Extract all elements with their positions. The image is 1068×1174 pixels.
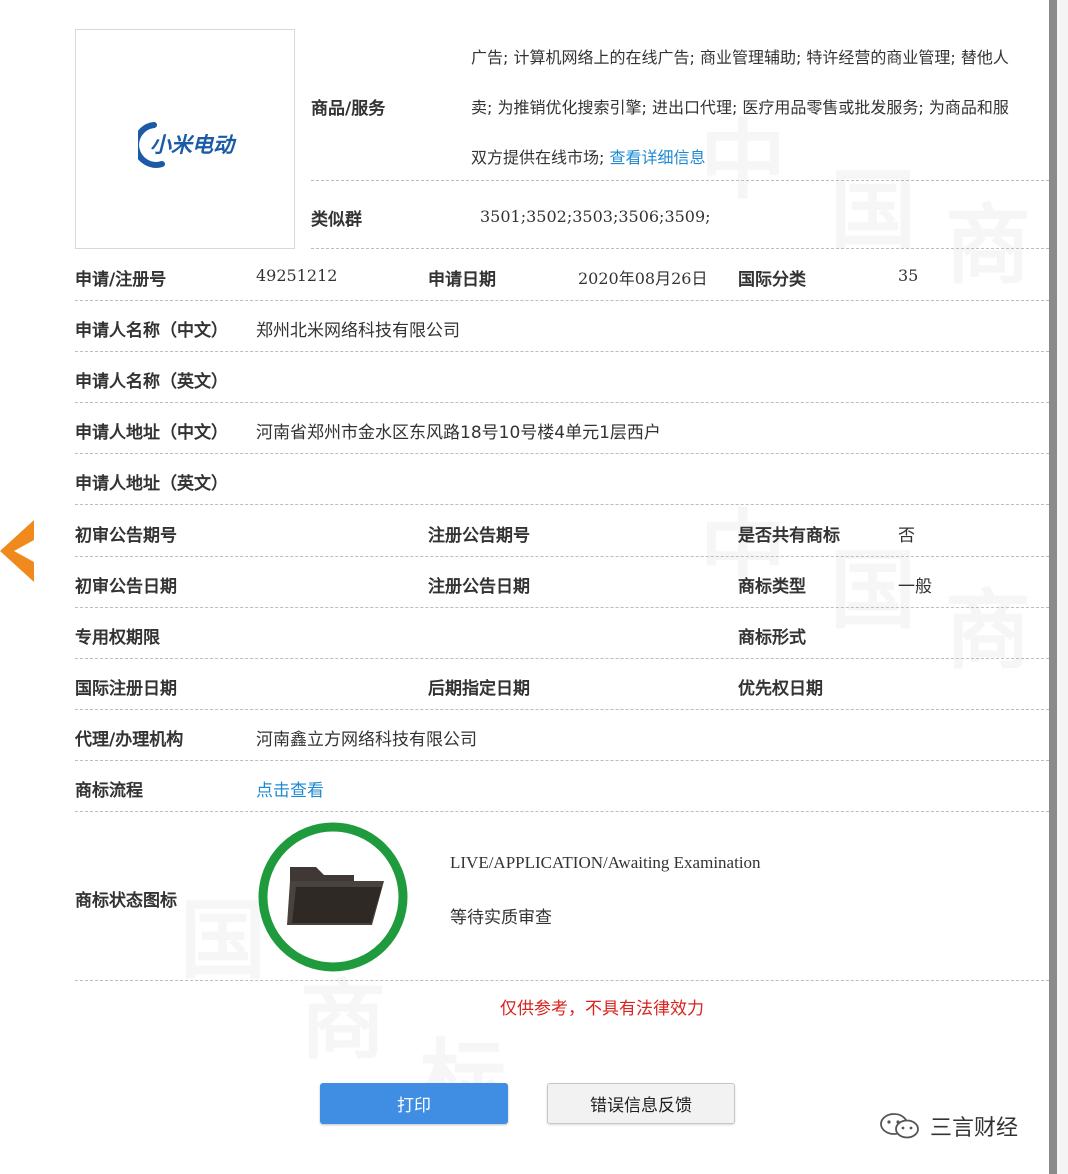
priority-date-label: 优先权日期	[738, 679, 823, 699]
intl-registration-date-label: 国际注册日期	[75, 679, 177, 699]
print-button[interactable]: 打印	[320, 1083, 508, 1124]
shared-trademark-value: 否	[898, 526, 915, 546]
divider	[75, 453, 1049, 454]
registration-announcement-date-label: 注册公告日期	[428, 577, 530, 597]
scrollbar-thumb[interactable]	[1049, 0, 1057, 1174]
watermark-char: 商	[945, 175, 1031, 300]
registration-no-value: 49251212	[256, 266, 338, 285]
goods-services-line-1: 广告; 计算机网络上的在线广告; 商业管理辅助; 特许经营的商业管理; 替他人	[471, 48, 1009, 67]
application-date-label: 申请日期	[428, 270, 496, 290]
goods-services-label: 商品/服务	[311, 99, 386, 119]
trademark-detail-page: 中 国 商 中 国 商 国 商 标 小米电动 商品/服务 广告; 计算机网络上的…	[0, 0, 1068, 1174]
divider	[75, 504, 1049, 505]
goods-services-line-3: 双方提供在线市场; 查看详细信息	[471, 144, 706, 168]
goods-services-line-3-text: 双方提供在线市场;	[471, 148, 610, 167]
trademark-image: 小米电动	[75, 29, 295, 249]
trademark-type-label: 商标类型	[738, 577, 806, 597]
divider	[311, 180, 1049, 181]
shared-trademark-label: 是否共有商标	[738, 526, 840, 546]
registration-announcement-no-label: 注册公告期号	[428, 526, 530, 546]
view-process-link[interactable]: 点击查看	[256, 776, 324, 801]
watermark-char: 国	[180, 870, 266, 995]
logo-text: 小米电动	[150, 133, 237, 157]
footer-brand: 三言财经	[878, 1110, 1018, 1142]
divider	[75, 300, 1049, 301]
registration-no-label: 申请/注册号	[75, 270, 167, 290]
error-feedback-button[interactable]: 错误信息反馈	[547, 1083, 735, 1124]
watermark-char: 商	[945, 560, 1031, 685]
agent-label: 代理/办理机构	[75, 730, 184, 750]
intl-class-value: 35	[898, 266, 919, 285]
divider	[75, 556, 1049, 557]
divider	[75, 709, 1049, 710]
prelim-announcement-date-label: 初审公告日期	[75, 577, 177, 597]
footer-brand-name: 三言财经	[930, 1116, 1019, 1141]
application-date-value: 2020年08月26日	[578, 269, 708, 288]
previous-arrow-icon[interactable]	[0, 518, 34, 584]
agent-value: 河南鑫立方网络科技有限公司	[256, 730, 477, 750]
applicant-name-en-label: 申请人名称（英文）	[75, 372, 228, 392]
status-chinese: 等待实质审查	[450, 908, 552, 928]
divider	[75, 658, 1049, 659]
intl-class-label: 国际分类	[738, 270, 806, 290]
divider	[75, 607, 1049, 608]
applicant-name-cn-value: 郑州北米网络科技有限公司	[256, 321, 460, 341]
divider	[311, 248, 1049, 249]
divider	[75, 760, 1049, 761]
watermark-char: 国	[830, 140, 916, 265]
scrollbar-track[interactable]	[1057, 0, 1068, 1174]
similar-group-label: 类似群	[311, 210, 362, 230]
trademark-status-label: 商标状态图标	[75, 891, 177, 911]
exclusive-rights-period-label: 专用权期限	[75, 628, 160, 648]
divider	[75, 351, 1049, 352]
view-details-link[interactable]: 查看详细信息	[609, 148, 705, 167]
applicant-address-en-label: 申请人地址（英文）	[75, 474, 228, 494]
status-english: LIVE/APPLICATION/Awaiting Examination	[450, 853, 761, 872]
applicant-address-cn-value: 河南省郑州市金水区东风路18号10号楼4单元1层西户	[256, 423, 661, 443]
goods-services-line-2: 卖; 为推销优化搜索引擎; 进出口代理; 医疗用品零售或批发服务; 为商品和服	[471, 98, 1009, 117]
trademark-type-value: 一般	[898, 577, 932, 597]
applicant-address-cn-label: 申请人地址（中文）	[75, 423, 228, 443]
legal-disclaimer: 仅供参考，不具有法律效力	[500, 999, 704, 1019]
trademark-form-label: 商标形式	[738, 628, 806, 648]
divider	[75, 402, 1049, 403]
applicant-name-cn-label: 申请人名称（中文）	[75, 321, 228, 341]
divider	[75, 811, 1049, 812]
divider	[75, 980, 1049, 981]
trademark-logo: 小米电动	[138, 122, 237, 168]
status-folder-icon	[258, 822, 408, 972]
prelim-announcement-no-label: 初审公告期号	[75, 526, 177, 546]
wechat-icon	[880, 1113, 919, 1139]
later-designation-date-label: 后期指定日期	[428, 679, 530, 699]
similar-group-value: 3501;3502;3503;3506;3509;	[480, 207, 711, 226]
trademark-process-label: 商标流程	[75, 781, 143, 801]
